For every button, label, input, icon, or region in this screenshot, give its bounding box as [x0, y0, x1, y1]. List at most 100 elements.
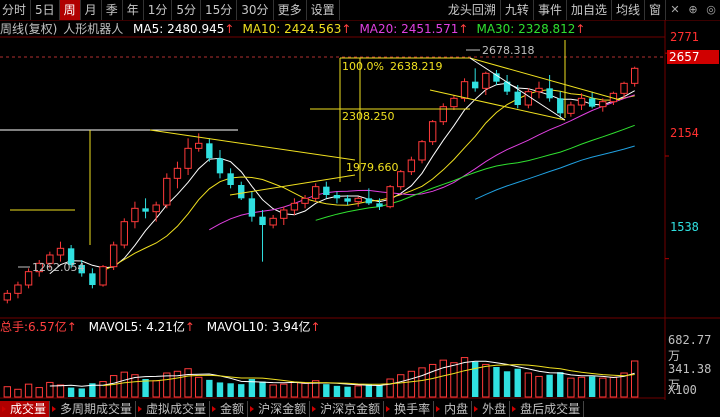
- candle-body-up: [99, 266, 107, 286]
- candle-body-up: [152, 204, 160, 213]
- y-tick-mid: 2154: [670, 126, 699, 140]
- fib-level-2308: 2308.250: [342, 110, 395, 123]
- volume-bar-up: [109, 375, 118, 398]
- volume-bar-down: [365, 384, 373, 397]
- candle-body-up: [535, 87, 543, 93]
- candle-body-up: [460, 81, 469, 99]
- volume-bar-up: [577, 376, 586, 398]
- candle-body-down: [365, 198, 373, 204]
- indicator-tab-9[interactable]: 盘后成交量: [510, 401, 585, 417]
- candle-body-up: [311, 186, 320, 199]
- tab-marker-icon: [2, 406, 6, 412]
- volume-bar-up: [24, 383, 33, 398]
- mavol10-arrow: ↑: [310, 320, 321, 334]
- volume-bar-down: [259, 381, 266, 397]
- volume-bar-up: [428, 363, 437, 398]
- volume-axis-unit: X100: [668, 383, 697, 397]
- indicator-tab-4[interactable]: 沪深金额: [248, 401, 311, 417]
- volume-bar-down: [67, 387, 75, 397]
- volume-bar-down: [142, 379, 149, 397]
- volume-bar-up: [184, 368, 192, 398]
- candle-body-down: [588, 98, 596, 107]
- volume-legend: 总手:6.57亿↑ MAVOL5: 4.21亿↑ MAVOL10: 3.94亿↑: [0, 320, 321, 334]
- tab-marker-icon: [474, 406, 479, 412]
- candle-body-down: [546, 88, 553, 99]
- candle-body-up: [450, 97, 458, 108]
- fib-top-value: 2638.219: [390, 60, 443, 73]
- candle-body-up: [56, 247, 65, 256]
- volume-bar-down: [503, 371, 511, 397]
- volume-bar-down: [546, 374, 553, 397]
- volume-bar-down: [238, 384, 245, 397]
- candle-body-down: [227, 173, 234, 185]
- tab-marker-icon: [52, 406, 57, 412]
- volume-bar-down: [344, 386, 351, 397]
- volume-total-label: 总手:: [0, 320, 29, 334]
- volume-bar-up: [120, 371, 128, 398]
- indicator-tabs: 成交量 多周期成交量 虚拟成交量 金额 沪深金额 沪深京金额 换手率 内盘 外盘 盘后成交量: [0, 401, 720, 417]
- volume-bar-down: [78, 388, 85, 397]
- volume-bar-up: [163, 372, 171, 398]
- tab-marker-icon: [250, 406, 255, 412]
- candle-body-up: [173, 167, 182, 179]
- candle-body-down: [259, 216, 266, 225]
- trendline-1: [149, 129, 356, 161]
- fib-top-percent: 100.0%: [342, 60, 384, 73]
- volume-bar-up: [524, 372, 533, 398]
- candle-body-up: [290, 202, 299, 211]
- volume-bar-up: [482, 363, 490, 398]
- indicator-tab-label: 金额: [220, 402, 245, 416]
- candle-body-up: [397, 171, 405, 188]
- kline-chart[interactable]: 2678.318 1262.054 100.0% 2638.219 2308.250 19…: [0, 0, 720, 417]
- volume-bar-up: [599, 377, 607, 398]
- volume-bar-up: [567, 377, 575, 398]
- volume-bar-down: [588, 376, 596, 397]
- candle-body-down: [557, 98, 564, 114]
- candle-body-down: [514, 91, 521, 105]
- candle-body-down: [89, 273, 96, 285]
- indicator-tab-label: 成交量: [10, 402, 47, 416]
- candle-body-up: [620, 82, 628, 94]
- volume-bar-up: [386, 378, 394, 398]
- volume-bar-down: [514, 368, 521, 397]
- volume-bar-up: [56, 384, 65, 398]
- indicator-tab-7[interactable]: 内盘: [434, 401, 473, 417]
- tab-marker-icon: [386, 406, 391, 412]
- indicator-tab-6[interactable]: 换手率: [384, 401, 435, 417]
- indicator-tab-3[interactable]: 金额: [210, 401, 249, 417]
- candle-body-up: [630, 67, 639, 84]
- candle-body-up: [301, 197, 309, 204]
- volume-bar-down: [216, 382, 224, 397]
- volume-bar-up: [14, 388, 22, 398]
- indicator-tab-label: 沪深金额: [258, 402, 307, 416]
- candle-body-up: [524, 91, 533, 106]
- indicator-tab-8[interactable]: 外盘: [472, 401, 511, 417]
- volume-bar-up: [630, 360, 639, 398]
- indicator-tab-label: 盘后成交量: [520, 402, 581, 416]
- volume-bar-down: [227, 383, 234, 397]
- indicator-tab-5[interactable]: 沪深京金额: [310, 401, 385, 417]
- candle-body-down: [333, 195, 341, 199]
- indicator-tab-label: 虚拟成交量: [146, 402, 207, 416]
- mavol5-label: MAVOL5:: [88, 320, 143, 334]
- candle-body-up: [24, 271, 33, 286]
- volume-bar-up: [46, 381, 54, 398]
- candle-body-down: [493, 73, 500, 82]
- candle-body-up: [3, 292, 12, 301]
- candle-body-down: [323, 186, 330, 195]
- candle-body-down: [206, 143, 213, 159]
- volume-total-value: 6.57亿: [28, 320, 67, 334]
- indicator-tab-0[interactable]: 成交量: [0, 401, 51, 417]
- volume-bar-down: [376, 385, 383, 397]
- candle-body-down: [248, 198, 256, 217]
- candle-body-up: [386, 186, 394, 208]
- indicator-tab-2[interactable]: 虚拟成交量: [136, 401, 211, 417]
- volume-bar-up: [269, 384, 277, 398]
- volume-bar-up: [535, 375, 543, 398]
- indicator-tab-1[interactable]: 多周期成交量: [50, 401, 137, 417]
- tab-marker-icon: [436, 406, 441, 412]
- candle-body-up: [482, 72, 490, 89]
- candle-body-up: [109, 244, 118, 268]
- mavol10-label: MAVOL10:: [206, 320, 268, 334]
- high-annotation: 2678.318: [482, 44, 535, 57]
